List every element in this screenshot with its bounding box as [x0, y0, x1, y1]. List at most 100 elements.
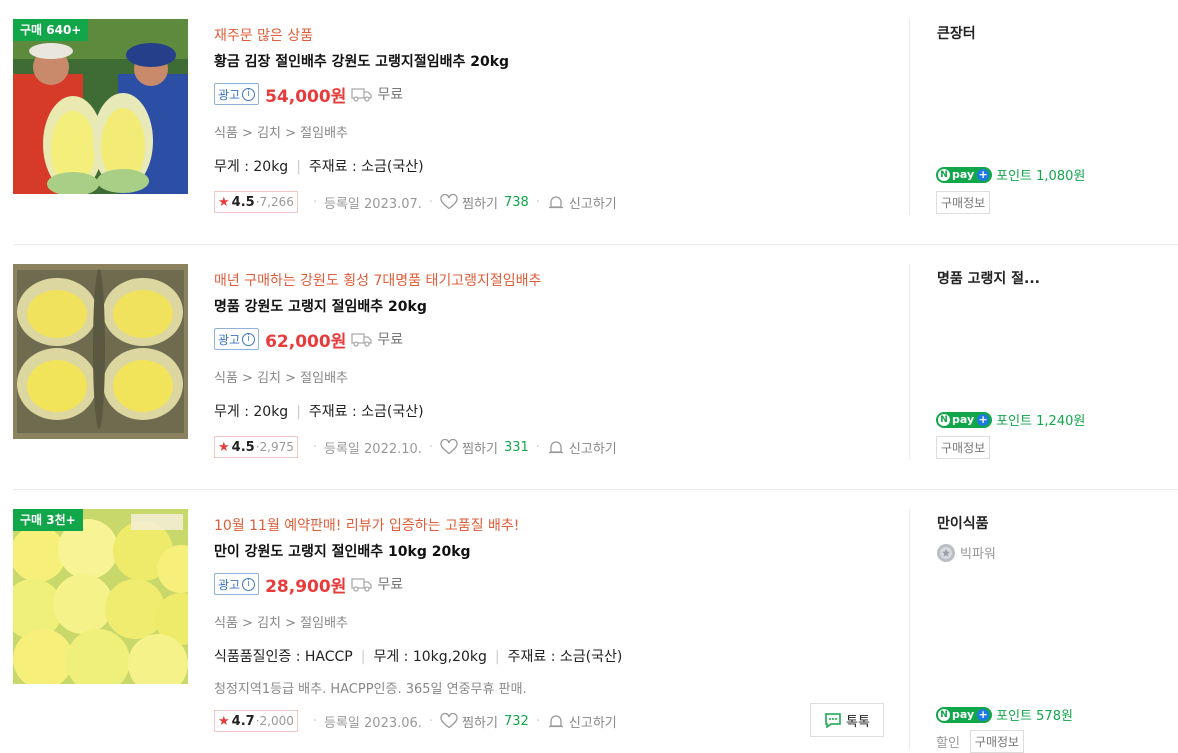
report-button[interactable]: 신고하기: [569, 712, 617, 731]
buy-info-button[interactable]: 구매정보: [936, 436, 991, 459]
purchase-count-badge: 구매 640+: [13, 19, 89, 41]
seller-column: 큰장터 Npay + 포인트 1,080원 구매정보: [909, 19, 1178, 215]
meta-row: ★ 4.5·7,266 · 등록일 2023.07. · 찜하기 738 · 신고하…: [214, 191, 617, 213]
product-title[interactable]: 명품 강원도 고랭지 절임배추 20kg: [214, 296, 427, 316]
heart-icon[interactable]: [440, 713, 458, 729]
price: 28,900원: [265, 576, 347, 597]
category-breadcrumb[interactable]: 식품 > 김치 > 절임배추: [214, 122, 348, 141]
price: 54,000원: [265, 86, 347, 107]
product-thumbnail[interactable]: [13, 264, 188, 439]
ad-text: 광고: [218, 332, 241, 347]
seller-name[interactable]: 큰장터: [937, 23, 976, 43]
ad-text: 광고: [218, 87, 241, 102]
product-thumbnail[interactable]: 구매 3천+: [13, 509, 188, 684]
buy-info-button[interactable]: 구매정보: [936, 191, 991, 214]
product-list: 구매 640+ 재주문 많은 상품 황금 김장 절인배추 강원도 고랭지절임배추…: [0, 0, 1178, 753]
ad-label[interactable]: 광고 i: [214, 573, 260, 595]
npay-points: Npay + 포인트 1,080원: [936, 165, 1085, 184]
npay-points: Npay + 포인트 1,240원: [936, 410, 1085, 429]
product-title[interactable]: 만이 강원도 고랭지 절인배추 10kg 20kg: [214, 541, 471, 561]
category-breadcrumb[interactable]: 식품 > 김치 > 절임배추: [214, 612, 348, 631]
spec-ingredient: 주재료 : 소금(국산): [308, 159, 424, 175]
report-icon[interactable]: [547, 713, 565, 729]
review-count-value: 7,266: [259, 195, 294, 209]
product-item: 구매 640+ 재주문 많은 상품 황금 김장 절인배추 강원도 고랭지절임배추…: [0, 0, 1178, 245]
discount-label[interactable]: 할인: [936, 732, 960, 751]
review-count: ·2,975: [255, 440, 294, 454]
seller-name[interactable]: 만이식품: [937, 513, 989, 533]
review-count-value: 2,975: [259, 440, 294, 454]
points-value: 포인트 1,240원: [996, 414, 1086, 429]
category-breadcrumb[interactable]: 식품 > 김치 > 절임배추: [214, 367, 348, 386]
info-icon: i: [242, 332, 256, 346]
cabbage-box-photo: [13, 264, 188, 439]
wish-count: 331: [503, 439, 529, 455]
info-icon: i: [242, 87, 256, 101]
report-button[interactable]: 신고하기: [569, 193, 617, 212]
ad-label[interactable]: 광고 i: [214, 328, 260, 350]
report-icon[interactable]: [547, 439, 565, 455]
review-count: ·7,266: [255, 195, 294, 209]
seller-grade-label: 빅파워: [960, 546, 996, 562]
meta-row: ★ 4.7·2,000 · 등록일 2023.06. · 찜하기 732 · 신고하…: [214, 710, 617, 732]
wish-button[interactable]: 찜하기: [462, 712, 498, 731]
rating-score: 4.5: [231, 194, 255, 210]
points-value: 포인트 578원: [996, 709, 1073, 724]
product-thumbnail[interactable]: 구매 640+: [13, 19, 188, 194]
star-icon: ★: [218, 713, 230, 729]
rating-score: 4.7: [231, 713, 255, 729]
purchase-count-badge: 구매 3천+: [13, 509, 83, 531]
heart-icon[interactable]: [440, 194, 458, 210]
meta-row: ★ 4.5·2,975 · 등록일 2022.10. · 찜하기 331 · 신고하…: [214, 436, 617, 458]
seller-name[interactable]: 명품 고랭지 절...: [937, 268, 1040, 288]
product-description: 청정지역1등급 배추. HACPP인증. 365일 연중무휴 판매.: [214, 682, 527, 697]
truck-icon: [351, 333, 372, 347]
npay-text: pay: [952, 168, 975, 181]
price-row: 광고 i 62,000원 무료: [214, 328, 404, 352]
truck-icon: [351, 578, 372, 592]
shipping-fee: 무료: [377, 332, 404, 348]
info-icon: i: [242, 577, 256, 591]
rating-box[interactable]: ★ 4.5·7,266: [214, 191, 298, 213]
promo-text: 매년 구매하는 강원도 횡성 7대명품 태기고랭지절임배추: [214, 273, 542, 289]
heart-icon[interactable]: [440, 439, 458, 455]
spec-weight: 무게 : 20kg: [214, 159, 289, 175]
report-button[interactable]: 신고하기: [569, 438, 617, 457]
report-icon[interactable]: [547, 194, 565, 210]
product-title[interactable]: 황금 김장 절인배추 강원도 고랭지절임배추 20kg: [214, 51, 509, 71]
rating-box[interactable]: ★ 4.5·2,975: [214, 436, 298, 458]
shipping-fee: 무료: [377, 87, 404, 103]
product-specs: 무게 : 20kg | 주재료 : 소금(국산): [214, 159, 424, 175]
spec-weight: 무게 : 10kg,20kg: [373, 649, 487, 665]
seller-column: 명품 고랭지 절... Npay + 포인트 1,240원 구매정보: [909, 264, 1178, 460]
npay-text: pay: [952, 413, 975, 426]
registered-date: 등록일 2023.07.: [324, 196, 422, 212]
buy-info-button[interactable]: 구매정보: [969, 730, 1025, 753]
shipping-fee: 무료: [377, 577, 404, 593]
truck-icon: [351, 88, 372, 102]
review-count: ·2,000: [255, 714, 294, 728]
star-icon: ★: [218, 194, 230, 210]
points-value: 포인트 1,080원: [996, 169, 1086, 184]
spec-certification: 식품품질인증 : HACCP: [214, 649, 353, 665]
product-specs: 무게 : 20kg | 주재료 : 소금(국산): [214, 404, 424, 420]
seller-grade: 빅파워: [936, 541, 996, 563]
npay-logo-icon: Npay +: [936, 706, 993, 723]
talktalk-button[interactable]: 톡톡: [810, 703, 884, 737]
spec-ingredient: 주재료 : 소금(국산): [507, 649, 623, 665]
npay-points: Npay + 포인트 578원: [936, 705, 1073, 724]
talktalk-label: 톡톡: [846, 714, 870, 730]
rating-box[interactable]: ★ 4.7·2,000: [214, 710, 298, 732]
price-row: 광고 i 54,000원 무료: [214, 83, 404, 107]
wish-button[interactable]: 찜하기: [462, 438, 498, 457]
seller-actions: 할인 구매정보: [936, 730, 1025, 753]
wish-button[interactable]: 찜하기: [462, 193, 498, 212]
star-icon: ★: [218, 439, 230, 455]
medal-icon: [937, 544, 955, 562]
registered-date: 등록일 2022.10.: [324, 441, 422, 457]
ad-label[interactable]: 광고 i: [214, 83, 260, 105]
wish-count: 732: [503, 713, 529, 729]
npay-text: pay: [952, 708, 975, 721]
seller-column: 만이식품 빅파워 Npay + 포인트 578원 할인 구매정보: [909, 509, 1178, 753]
farmers-cabbage-photo: [13, 19, 188, 194]
